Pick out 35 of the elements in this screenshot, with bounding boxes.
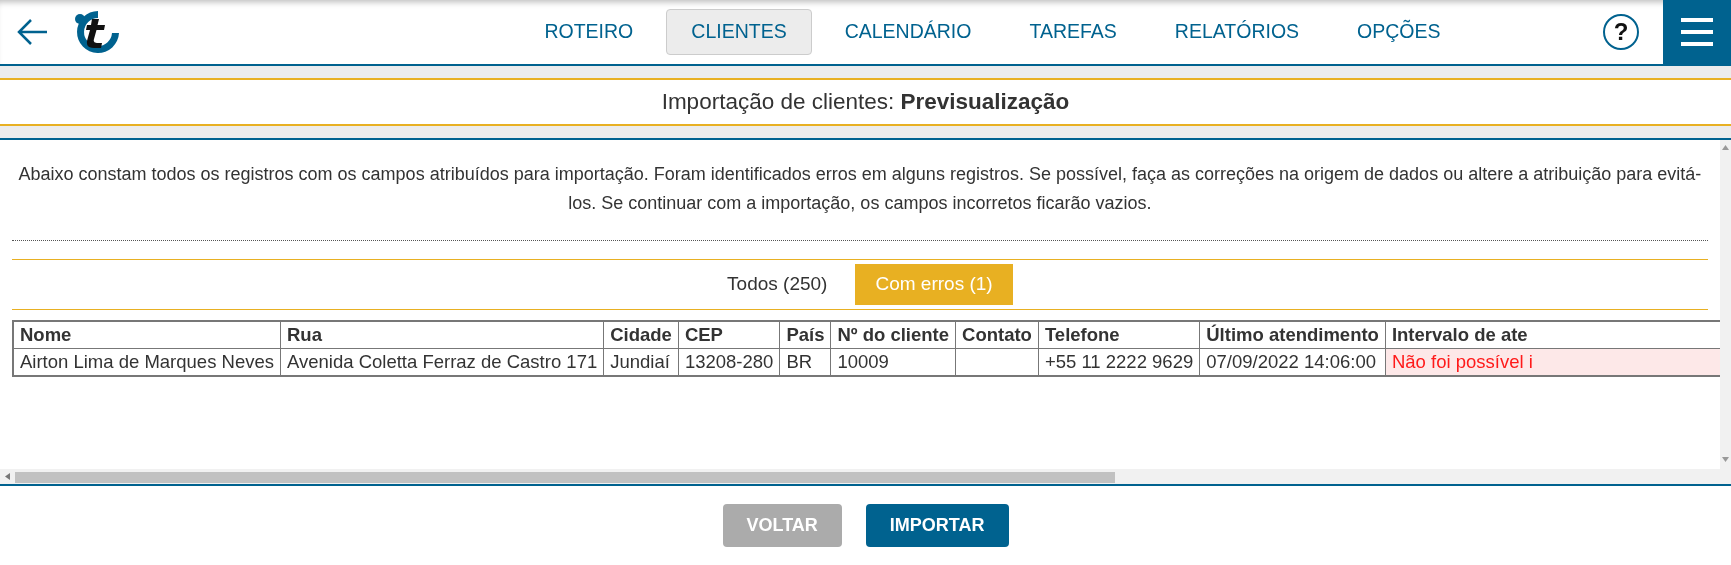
column-header: Rua <box>280 320 604 348</box>
nav-tab[interactable]: TAREFAS <box>1004 9 1142 55</box>
nav-tab[interactable]: RELATÓRIOS <box>1149 9 1325 55</box>
table-cell: 13208-280 <box>678 348 780 376</box>
table-cell: 07/09/2022 14:06:00 <box>1199 348 1386 376</box>
column-header: CEP <box>678 320 780 348</box>
table-cell: 10009 <box>830 348 956 376</box>
column-header: Cidade <box>603 320 679 348</box>
scroll-up-icon[interactable] <box>1721 145 1729 150</box>
column-header: Último atendimento <box>1199 320 1386 348</box>
table-cell: BR <box>779 348 831 376</box>
back-arrow-icon[interactable] <box>16 18 48 46</box>
scroll-left-icon[interactable] <box>5 473 10 480</box>
column-header: Nome <box>13 320 281 348</box>
column-header: Nº do cliente <box>830 320 956 348</box>
nav-tab[interactable]: CALENDÁRIO <box>819 9 997 55</box>
column-header: Telefone <box>1038 320 1200 348</box>
vertical-scrollbar[interactable] <box>1719 140 1731 484</box>
import-button[interactable]: IMPORTAR <box>865 504 1009 547</box>
help-button[interactable]: ? <box>1603 14 1639 50</box>
table-cell: Avenida Coletta Ferraz de Castro 171 <box>280 348 604 376</box>
table-cell: +55 11 2222 9629 <box>1038 348 1200 376</box>
column-header: País <box>779 320 831 348</box>
table-cell: Airton Lima de Marques Neves <box>13 348 281 376</box>
nav-tab[interactable]: ROTEIRO <box>519 9 659 55</box>
scroll-down-icon[interactable] <box>1721 457 1729 462</box>
page-title: Importação de clientes: Previsualização <box>661 88 1070 117</box>
column-header: Contato <box>955 320 1039 348</box>
table-cell: Jundiaí <box>603 348 679 376</box>
nav-tab[interactable]: OPÇÕES <box>1332 9 1466 55</box>
menu-button[interactable] <box>1663 0 1731 64</box>
nav-tab[interactable]: CLIENTES <box>666 9 812 55</box>
description-text: Abaixo constam todos os registros com os campos atribuídos para importação. Foram identificados erros em alguns registros. Se possível, faça as correções na origem de dados ou altere a atribuição para evitá-los. Se continuar com a importação, os campos incorretos ficarão vazios. <box>17 163 1703 215</box>
error-cell: Não foi possível i <box>1385 348 1720 376</box>
filter-tab[interactable]: Todos (250) <box>707 264 848 305</box>
